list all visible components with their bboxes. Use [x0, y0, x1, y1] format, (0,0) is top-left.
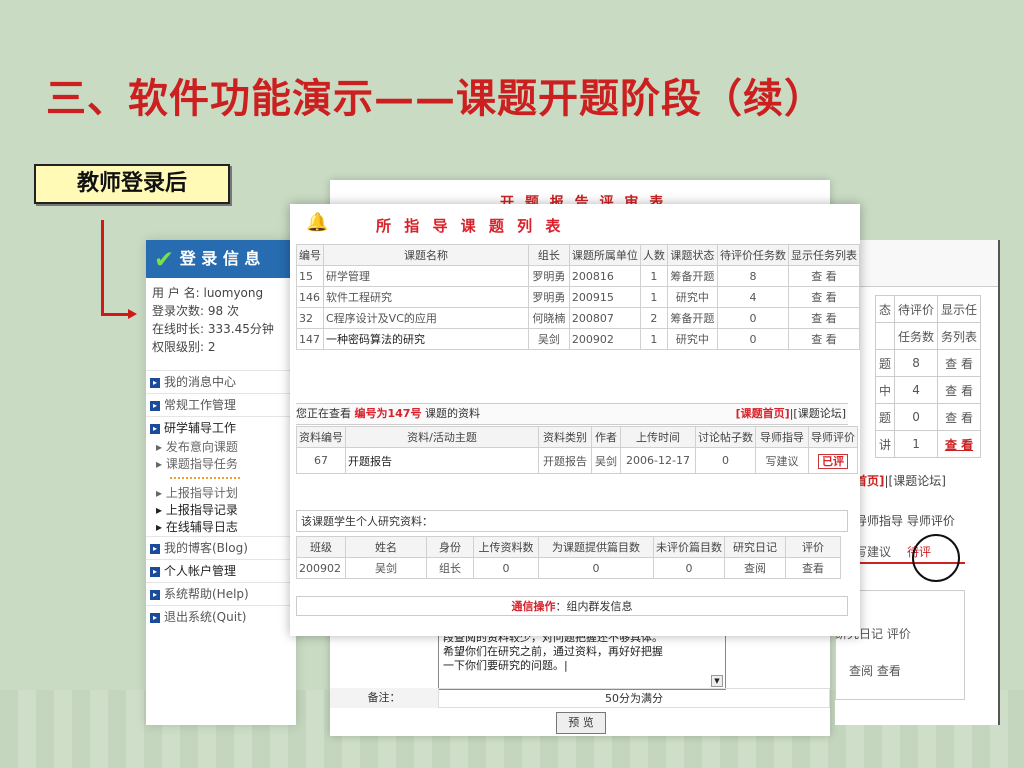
- checkmark-icon: ✔: [154, 245, 175, 274]
- evaluate-link[interactable]: 查看: [785, 557, 841, 579]
- table-row: 题0查 看: [874, 403, 982, 431]
- view-link[interactable]: 查 看: [787, 328, 860, 350]
- viewing-strip: 您正在查看 编号为147号 课题的资料 [课题首页]|[课题论坛]: [296, 403, 848, 425]
- menu-item-help[interactable]: ▸ 系统帮助(Help): [146, 582, 296, 605]
- table-row: 32 C程序设计及VC的应用 何晓楠 200807 2 筹备开题 0 查 看: [296, 307, 860, 329]
- bell-icon: 🔔: [306, 212, 329, 233]
- menu-item-account[interactable]: ▸ 个人帐户管理: [146, 559, 296, 582]
- students-table: 班级 姓名 身份 上传资料数 为课题提供篇目数 未评价篇目数 研究日记 评价 2…: [296, 536, 841, 579]
- note-value: 50分为满分: [438, 688, 830, 708]
- arrow-head-icon: [128, 309, 137, 319]
- comment-textarea[interactable]: 段查阅的资料较少，对问题把握还不够具体。 希望你们在研究之前，通过资料，再好好把…: [438, 628, 726, 690]
- menu-item-messages[interactable]: ▸ 我的消息中心: [146, 370, 296, 393]
- topic-home-link[interactable]: [课题首页]: [736, 407, 790, 420]
- slide-title: 三、软件功能演示——课题开题阶段（续）: [46, 75, 825, 122]
- view-link[interactable]: 查 看: [787, 265, 860, 287]
- topics-table: 编号 课题名称 组长 课题所属单位 人数 课题状态 待评价任务数 显示任务列表 …: [296, 244, 860, 350]
- menu-arrow-icon: ▸: [150, 566, 160, 577]
- table-row: 讲1查 看: [874, 430, 982, 458]
- note-label: 备注：: [330, 688, 438, 708]
- submenu-report-plan[interactable]: ▸ 上报指导计划: [146, 485, 296, 502]
- topic-links: 首页]|[课题论坛]: [855, 472, 946, 489]
- comm-label: 通信操作: [511, 600, 556, 613]
- write-advice-link[interactable]: 写建议: [855, 545, 891, 559]
- menu-arrow-icon: ▸: [150, 423, 160, 434]
- highlight-circle: [912, 534, 960, 582]
- preview-button[interactable]: 预 览: [556, 712, 606, 734]
- permission-line: 权限级别: 2: [152, 340, 216, 354]
- submenu-publish-topic[interactable]: ▸ 发布意向课题: [146, 439, 296, 456]
- table-row: 中4查 看: [874, 376, 982, 404]
- view-link[interactable]: 查 看: [787, 307, 860, 329]
- view-link[interactable]: 查 看: [787, 286, 860, 308]
- forum-link[interactable]: |[课题论坛]: [885, 474, 946, 488]
- table-row: 200902 吴剑 组长 0 0 0 查阅 查看: [296, 557, 841, 579]
- username-line: 用 户 名: luomyong: [152, 286, 264, 300]
- materials-table: 资料编号 资料/活动主题 资料类别 作者 上传时间 讨论帖子数 导师指导 导师评…: [296, 426, 858, 474]
- supervised-topics-panel: 🔔 所 指 导 课 题 列 表 编号 课题名称 组长 课题所属单位 人数 课题状…: [290, 204, 860, 636]
- write-advice-link[interactable]: 写建议: [755, 447, 809, 474]
- scroll-down-icon[interactable]: ▼: [711, 675, 723, 687]
- table-row: 题8查 看: [874, 349, 982, 377]
- login-count-line: 登录次数: 98 次: [152, 304, 239, 318]
- communication-bar: 通信操作：组内群发信息: [296, 596, 848, 616]
- panel-heading: 所 指 导 课 题 列 表: [376, 217, 565, 235]
- view-link[interactable]: 查 看: [937, 376, 982, 404]
- column-labels: 导师指导 导师评价: [855, 514, 955, 528]
- student-section-heading: 该课题学生个人研究资料：: [296, 510, 848, 532]
- login-header: ✔ 登 录 信 息: [146, 240, 296, 278]
- teacher-login-label: 教师登录后: [34, 164, 230, 204]
- table-row: 15 研学管理 罗明勇 200816 1 筹备开题 8 查 看: [296, 265, 860, 287]
- submenu-report-record[interactable]: ▸ 上报指导记录: [146, 502, 296, 519]
- table-row: 147 一种密码算法的研究 吴剑 200902 1 研究中 0 查 看: [296, 328, 860, 350]
- menu-arrow-icon: ▸: [150, 612, 160, 623]
- diary-link[interactable]: 查阅: [724, 557, 786, 579]
- menu-item-routine[interactable]: ▸ 常规工作管理: [146, 393, 296, 416]
- pointer-arrow-line: [101, 313, 131, 316]
- submenu-guidance-task[interactable]: ▸ 课题指导任务: [146, 456, 296, 473]
- viewing-topic: 编号为147号: [354, 407, 422, 420]
- submenu-online-log[interactable]: ▸ 在线辅导日志: [146, 519, 296, 536]
- diary-values: 查阅 查看: [849, 664, 901, 678]
- table-row: 67 开题报告 开题报告 吴剑 2006-12-17 0 写建议 已评: [296, 447, 858, 474]
- group-message-link[interactable]: ：组内群发信息: [556, 600, 633, 613]
- divider: [170, 477, 240, 479]
- menu-arrow-icon: ▸: [150, 543, 160, 554]
- view-link[interactable]: 查 看: [937, 430, 982, 458]
- reviewed-button[interactable]: 已评: [818, 453, 848, 469]
- topic-status-table: 态待评价 显示任 任务数 务列表 题8查 看 中4查 看 题0查 看 讲1查 看: [874, 295, 982, 458]
- menu-arrow-icon: ▸: [150, 589, 160, 600]
- online-time-line: 在线时长: 333.45分钟: [152, 322, 274, 336]
- menu-arrow-icon: ▸: [150, 377, 160, 388]
- pointer-arrow-line: [101, 220, 104, 316]
- login-header-text: 登 录 信 息: [179, 249, 261, 268]
- comment-line: 一下你们要研究的问题。|: [443, 659, 568, 672]
- menu-item-tutoring[interactable]: ▸ 研学辅导工作: [146, 416, 296, 439]
- menu-item-blog[interactable]: ▸ 我的博客(Blog): [146, 536, 296, 559]
- menu-arrow-icon: ▸: [150, 400, 160, 411]
- view-link[interactable]: 查 看: [937, 349, 982, 377]
- login-info-lines: 用 户 名: luomyong 登录次数: 98 次 在线时长: 333.45分…: [146, 278, 296, 360]
- panel-header: 🔔 所 指 导 课 题 列 表: [290, 204, 860, 240]
- comment-line: 希望你们在研究之前，通过资料，再好好把握: [443, 645, 663, 658]
- view-link[interactable]: 查 看: [937, 403, 982, 431]
- topic-forum-link[interactable]: |[课题论坛]: [790, 407, 846, 420]
- menu-item-quit[interactable]: ▸ 退出系统(Quit): [146, 605, 296, 628]
- login-info-panel: ✔ 登 录 信 息 用 户 名: luomyong 登录次数: 98 次 在线时…: [146, 240, 296, 725]
- table-row: 146 软件工程研究 罗明勇 200915 1 研究中 4 查 看: [296, 286, 860, 308]
